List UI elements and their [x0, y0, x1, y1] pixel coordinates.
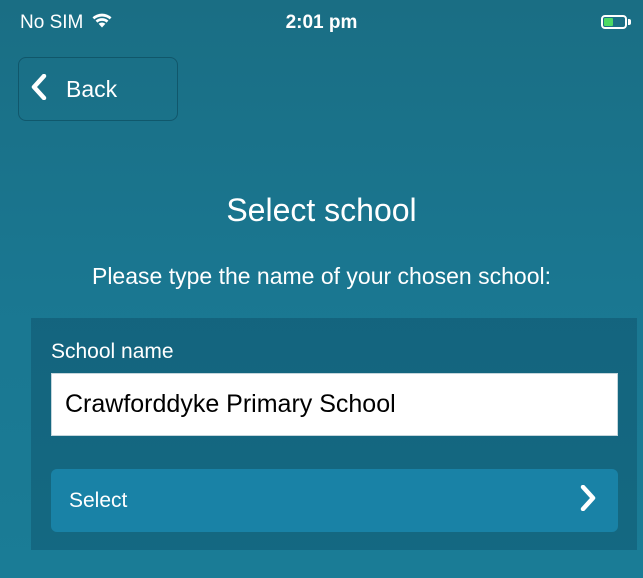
- school-name-input[interactable]: [51, 373, 618, 436]
- select-label: Select: [69, 488, 128, 512]
- chevron-left-icon: [19, 73, 47, 105]
- school-form-panel: School name Select: [31, 318, 637, 550]
- status-time: 2:01 pm: [285, 12, 358, 33]
- select-button[interactable]: Select: [51, 469, 618, 532]
- battery-icon: [601, 13, 635, 31]
- battery-tip: [628, 19, 631, 25]
- back-label: Back: [66, 75, 118, 102]
- chevron-right-icon: [580, 484, 596, 516]
- school-name-label: School name: [51, 340, 174, 363]
- back-button[interactable]: Back: [18, 57, 178, 121]
- battery-fill: [604, 18, 613, 26]
- battery-body: [601, 15, 627, 29]
- page-title: Select school: [226, 192, 417, 228]
- status-bar: No SIM 2:01 pm: [0, 0, 643, 44]
- instruction-text: Please type the name of your chosen scho…: [91, 263, 551, 289]
